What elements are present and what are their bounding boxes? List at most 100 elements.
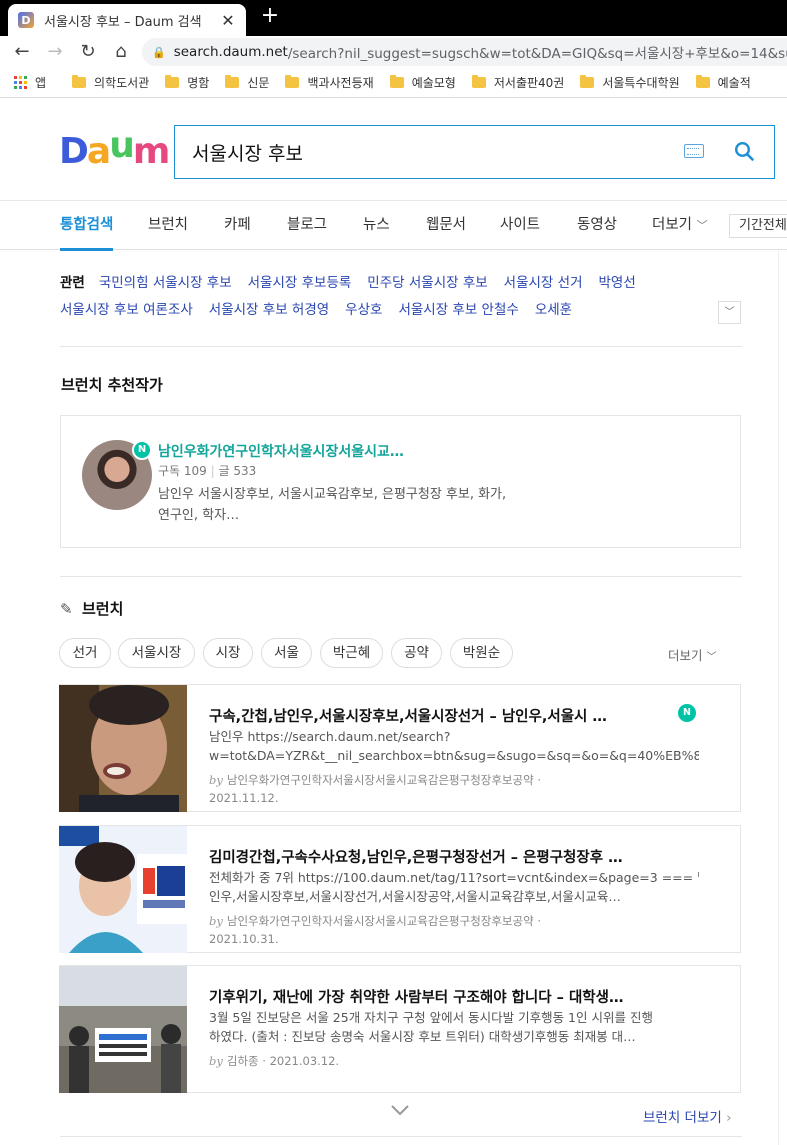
snippet-line: w=tot&DA=YZR&t__nil_searchbox=btn&sug=&s… <box>209 748 699 763</box>
filter-chip[interactable]: 선거 <box>59 638 111 668</box>
by-label: by <box>209 1054 223 1068</box>
tab-video[interactable]: 동영상 <box>577 201 617 251</box>
result-thumbnail[interactable] <box>59 685 187 812</box>
related-item[interactable]: 우상호 <box>345 302 382 318</box>
search-input[interactable] <box>192 141 672 163</box>
browser-toolbar: ← → ↻ ⌂ 🔒 search.daum.net/search?nil_sug… <box>0 36 787 68</box>
tab-close-icon[interactable]: ✕ <box>220 11 236 30</box>
divider <box>60 346 742 347</box>
browser-tab-strip: D 서울시장 후보 – Daum 검색 ✕ + <box>0 0 787 36</box>
new-tab-icon[interactable]: + <box>258 4 282 30</box>
writer-name[interactable]: 남인우화가연구인학자서울시장서울시교… <box>158 441 404 461</box>
chevron-down-icon: ﹀ <box>706 652 717 663</box>
filter-chip[interactable]: 서울 <box>261 638 312 668</box>
filter-chip[interactable]: 공약 <box>391 638 442 668</box>
bookmark-folder[interactable]: 저서출판40권 <box>471 74 565 91</box>
address-bar[interactable]: 🔒 search.daum.net/search?nil_suggest=sug… <box>142 38 787 66</box>
logo-letter: u <box>109 125 135 166</box>
writer-stats: 구독 109 | 글 533 <box>158 464 257 478</box>
snippet-line: 하였다. (출처 : 진보당 송명숙 서울시장 후보 트위터) 대학생기후행동 … <box>209 1029 636 1044</box>
keyboard-icon[interactable] <box>684 144 704 158</box>
search-icon[interactable] <box>734 141 754 161</box>
bookmark-folder[interactable]: 서울특수대학원 <box>580 74 680 91</box>
page-scrollbar[interactable] <box>778 250 787 1145</box>
bookmark-folder[interactable]: 신문 <box>225 74 269 91</box>
bookmark-label: 저서출판40권 <box>493 76 565 90</box>
period-select[interactable]: 기간전체 <box>729 214 787 238</box>
new-badge-icon: N <box>678 704 696 722</box>
chevron-right-icon: › <box>726 1110 732 1126</box>
result-snippet: 3월 5일 진보당은 서울 25개 자치구 구청 앞에서 동시다발 기후행동 1… <box>209 1008 699 1046</box>
result-snippet: 전체화가 중 7위 https://100.daum.net/tag/11?so… <box>209 868 699 906</box>
related-item[interactable]: 국민의힘 서울시장 후보 <box>99 275 232 291</box>
filter-chip[interactable]: 박원순 <box>450 638 513 668</box>
by-label: by <box>209 773 223 787</box>
brunch-result[interactable]: 김미경간첩,구속수사요청,남인우,은평구청장선거 – 은평구청장후 … 전체화가… <box>59 825 741 953</box>
related-item[interactable]: 서울시장 후보등록 <box>248 275 352 291</box>
related-item[interactable]: 민주당 서울시장 후보 <box>367 275 487 291</box>
writer-desc-line: 연구인, 학자… <box>158 508 240 523</box>
search-tabs: 통합검색 브런치 카페 블로그 뉴스 웹문서 사이트 동영상 더보기 ﹀ 기간전… <box>0 200 787 251</box>
related-item[interactable]: 서울시장 후보 안철수 <box>398 302 518 318</box>
snippet-line: 남인우 https://search.daum.net/search? <box>209 729 451 744</box>
result-thumbnail[interactable] <box>59 966 187 1093</box>
chevron-down-icon[interactable] <box>390 1103 410 1117</box>
related-item[interactable]: 박영선 <box>598 275 635 291</box>
tab-blog[interactable]: 블로그 <box>287 201 327 251</box>
folder-icon <box>389 75 404 88</box>
related-item[interactable]: 서울시장 선거 <box>504 275 583 291</box>
brunch-result[interactable]: 기후위기, 재난에 가장 취약한 사람부터 구조해야 합니다 – 대학생… 3월… <box>59 965 741 1093</box>
tab-title: 서울시장 후보 – Daum 검색 <box>44 14 202 30</box>
bookmark-folder[interactable]: 백과사전등재 <box>285 74 374 91</box>
result-title[interactable]: 김미경간첩,구속수사요청,남인우,은평구청장선거 – 은평구청장후 … <box>209 846 679 867</box>
home-icon[interactable]: ⌂ <box>110 41 132 63</box>
tab-more[interactable]: 더보기 ﹀ <box>652 201 708 251</box>
result-title[interactable]: 기후위기, 재난에 가장 취약한 사람부터 구조해야 합니다 – 대학생… <box>209 986 679 1007</box>
bookmark-apps[interactable]: 앱 <box>35 74 46 91</box>
bookmark-label: 예술모형 <box>411 76 456 90</box>
section-title: 브런치 <box>82 600 124 618</box>
filter-chip[interactable]: 시장 <box>203 638 253 668</box>
by-label: by <box>209 914 223 928</box>
result-author[interactable]: 남인우화가연구인학자서울시장서울시교육감은평구청장후보공약 <box>227 773 534 787</box>
related-item[interactable]: 서울시장 후보 허경영 <box>209 302 329 318</box>
chevron-down-icon: ﹀ <box>724 307 735 318</box>
bookmark-folder[interactable]: 예술모형 <box>389 74 456 91</box>
result-author[interactable]: 김하종 <box>227 1054 259 1068</box>
writer-desc-line: 남인우 서울시장후보, 서울시교육감후보, 은평구청장 후보, 화가, <box>158 487 507 502</box>
writer-card[interactable]: N 남인우화가연구인학자서울시장서울시교… 구독 109 | 글 533 남인우… <box>60 415 741 548</box>
tab-all[interactable]: 통합검색 <box>60 201 114 251</box>
bookmark-label: 예술적 <box>717 76 751 90</box>
result-author[interactable]: 남인우화가연구인학자서울시장서울시교육감은평구청장후보공약 <box>227 914 534 928</box>
forward-arrow-icon[interactable]: → <box>44 41 66 63</box>
related-expand-button[interactable]: ﹀ <box>718 301 741 324</box>
tab-brunch[interactable]: 브런치 <box>148 201 188 251</box>
folder-icon <box>695 75 710 88</box>
daum-logo[interactable]: Daum <box>59 128 170 170</box>
related-item[interactable]: 서울시장 후보 여론조사 <box>60 302 193 318</box>
browser-tab[interactable]: D 서울시장 후보 – Daum 검색 ✕ <box>8 4 246 36</box>
result-meta: by 남인우화가연구인학자서울시장서울시교육감은평구청장후보공약 · 2021.10… <box>209 914 541 946</box>
tab-news[interactable]: 뉴스 <box>363 201 390 251</box>
brunch-more-link[interactable]: 브런치 더보기 › <box>643 1106 732 1126</box>
result-date: 2021.11.12. <box>209 791 279 805</box>
brunch-result[interactable]: 구속,간첩,남인우,서울시장후보,서울시장선거 – 남인우,서울시 … N 남인… <box>59 684 741 812</box>
apps-grid-icon[interactable] <box>14 76 27 89</box>
bookmark-folder[interactable]: 명함 <box>165 74 209 91</box>
result-thumbnail[interactable] <box>59 826 187 953</box>
related-item[interactable]: 오세훈 <box>535 302 572 318</box>
back-arrow-icon[interactable]: ← <box>11 41 33 63</box>
filter-chip[interactable]: 박근혜 <box>320 638 383 668</box>
bookmark-folder[interactable]: 예술적 <box>695 74 751 91</box>
filter-chip[interactable]: 서울시장 <box>118 638 195 668</box>
related-searches: 관련 국민의힘 서울시장 후보 서울시장 후보등록 민주당 서울시장 후보 서울시장 선… <box>60 270 742 324</box>
reload-icon[interactable]: ↻ <box>77 41 99 63</box>
result-title[interactable]: 구속,간첩,남인우,서울시장후보,서울시장선거 – 남인우,서울시 … <box>209 705 679 726</box>
tab-cafe[interactable]: 카페 <box>224 201 251 251</box>
tab-web[interactable]: 웹문서 <box>426 201 466 251</box>
chips-more-button[interactable]: 더보기 ﹀ <box>668 645 717 664</box>
chevron-down-icon: ﹀ <box>696 219 708 232</box>
posts-count: 글 533 <box>218 464 257 478</box>
tab-site[interactable]: 사이트 <box>500 201 540 251</box>
bookmark-folder[interactable]: 의학도서관 <box>72 74 149 91</box>
